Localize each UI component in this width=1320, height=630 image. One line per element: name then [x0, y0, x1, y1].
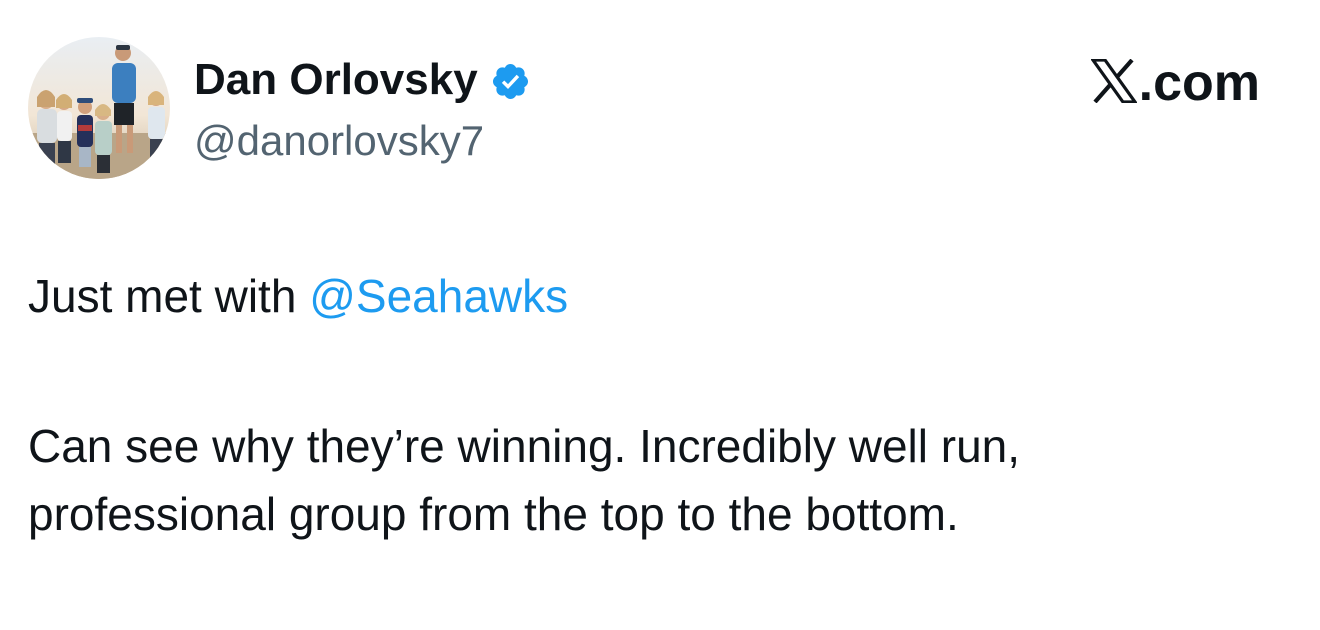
x-com-brand: .com [1089, 54, 1260, 112]
tweet-line-3: professional group from the top to the b… [28, 488, 959, 540]
author-handle[interactable]: @danorlovsky7 [194, 115, 484, 167]
tweet-line-1: Just met with @Seahawks [28, 262, 1278, 330]
author-avatar[interactable] [28, 37, 170, 179]
mention-link[interactable]: @Seahawks [309, 270, 568, 322]
tweet-text: Just met with @Seahawks Can see why they… [28, 262, 1278, 548]
family-photo-avatar [28, 37, 170, 179]
author-display-name[interactable]: Dan Orlovsky [194, 53, 478, 107]
verified-badge-icon[interactable] [490, 61, 531, 102]
brand-suffix: .com [1138, 54, 1260, 112]
tweet-header: Dan Orlovsky @danorlovsky7 .com [28, 37, 1292, 179]
tweet-text-prefix: Just met with [28, 270, 310, 322]
tweet-line-2: Can see why they’re winning. Incredibly … [28, 420, 1021, 472]
author-name-row: Dan Orlovsky [194, 53, 531, 107]
x-logo-icon [1089, 58, 1138, 104]
